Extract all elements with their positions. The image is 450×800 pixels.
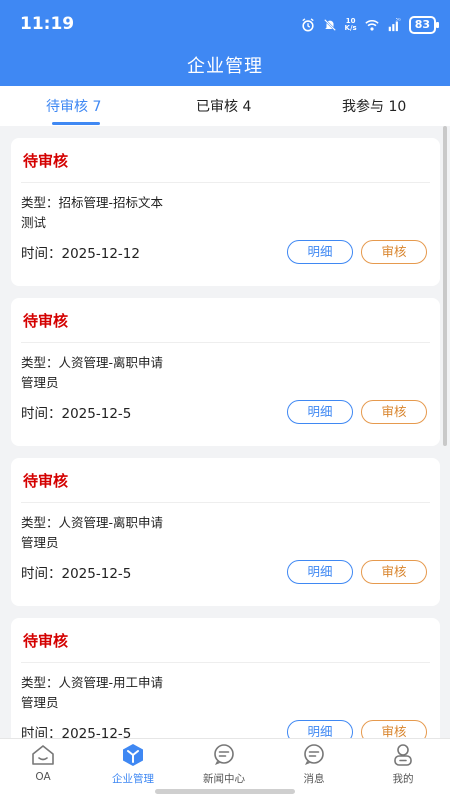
card-status: 待审核 bbox=[23, 152, 69, 170]
card-user: 管理员 bbox=[21, 695, 59, 710]
card-user: 测试 bbox=[21, 215, 47, 230]
wifi-icon bbox=[365, 19, 379, 31]
scrollbar[interactable] bbox=[443, 126, 447, 446]
status-bar: 11:19 10 K/s 5G 83 bbox=[0, 0, 450, 48]
divider bbox=[21, 662, 430, 663]
card-type: 类型：人资管理-离职申请 bbox=[21, 515, 164, 530]
divider bbox=[21, 182, 430, 183]
card-type: 类型：招标管理-招标文本 bbox=[21, 195, 164, 210]
tab-participated[interactable]: 我参与 10 bbox=[342, 96, 406, 116]
divider bbox=[21, 342, 430, 343]
nav-label: 我的 bbox=[392, 773, 414, 785]
card-time: 时间：2025-12-5 bbox=[21, 726, 132, 738]
card-time: 时间：2025-12-5 bbox=[21, 406, 132, 422]
status-time: 11:19 bbox=[20, 14, 75, 34]
profile-icon bbox=[394, 744, 412, 766]
review-button[interactable]: 审核 bbox=[361, 240, 427, 264]
enterprise-icon bbox=[123, 744, 143, 766]
nav-item-profile[interactable]: 我的 bbox=[368, 743, 438, 786]
approval-card: 待审核 类型：人资管理-用工申请 管理员 时间：2025-12-5 明细 审核 bbox=[11, 618, 440, 738]
chat-icon bbox=[214, 744, 234, 765]
card-type: 类型：人资管理-用工申请 bbox=[21, 675, 164, 690]
card-time: 时间：2025-12-5 bbox=[21, 566, 132, 582]
network-speed: 10 K/s bbox=[344, 17, 357, 32]
tab-pending[interactable]: 待审核 7 bbox=[46, 96, 101, 116]
card-user: 管理员 bbox=[21, 375, 59, 390]
nav-label: 新闻中心 bbox=[203, 773, 245, 785]
card-user: 管理员 bbox=[21, 535, 59, 550]
review-button[interactable]: 审核 bbox=[361, 400, 427, 424]
message-icon bbox=[304, 744, 324, 765]
card-status: 待审核 bbox=[23, 312, 69, 330]
alarm-icon bbox=[301, 18, 314, 32]
review-button[interactable]: 审核 bbox=[361, 560, 427, 584]
approval-list[interactable]: 待审核 类型：招标管理-招标文本 测试 时间：2025-12-12 明细 审核 … bbox=[0, 126, 450, 738]
active-tab-indicator bbox=[52, 122, 100, 125]
review-button[interactable]: 审核 bbox=[361, 720, 427, 738]
detail-button[interactable]: 明细 bbox=[287, 720, 353, 738]
card-status: 待审核 bbox=[23, 472, 69, 490]
nav-item-oa[interactable]: OA bbox=[8, 743, 78, 783]
nav-label: OA bbox=[35, 771, 51, 783]
card-type: 类型：人资管理-离职申请 bbox=[21, 355, 164, 370]
approval-card: 待审核 类型：人资管理-离职申请 管理员 时间：2025-12-5 明细 审核 bbox=[11, 298, 440, 446]
card-time: 时间：2025-12-12 bbox=[21, 246, 140, 262]
nav-item-enterprise[interactable]: 企业管理 bbox=[98, 743, 168, 786]
tab-reviewed[interactable]: 已审核 4 bbox=[196, 96, 251, 116]
nav-label: 企业管理 bbox=[112, 773, 154, 785]
signal-icon: 5G bbox=[388, 18, 401, 32]
mute-icon bbox=[323, 19, 336, 31]
svg-text:5G: 5G bbox=[395, 18, 400, 22]
app-header: 11:19 10 K/s 5G 83 企业管理 bbox=[0, 0, 450, 86]
nav-label: 消息 bbox=[303, 773, 325, 785]
card-status: 待审核 bbox=[23, 632, 69, 650]
nav-item-news[interactable]: 新闻中心 bbox=[189, 743, 259, 786]
home-icon bbox=[32, 745, 54, 765]
home-indicator[interactable] bbox=[155, 789, 295, 794]
approval-card: 待审核 类型：招标管理-招标文本 测试 时间：2025-12-12 明细 审核 bbox=[11, 138, 440, 286]
approval-card: 待审核 类型：人资管理-离职申请 管理员 时间：2025-12-5 明细 审核 bbox=[11, 458, 440, 606]
battery-indicator: 83 bbox=[408, 16, 440, 34]
page-title: 企业管理 bbox=[187, 56, 263, 77]
status-icons: 10 K/s 5G 83 bbox=[301, 16, 440, 34]
detail-button[interactable]: 明细 bbox=[287, 400, 353, 424]
detail-button[interactable]: 明细 bbox=[287, 240, 353, 264]
nav-item-messages[interactable]: 消息 bbox=[279, 743, 349, 786]
divider bbox=[21, 502, 430, 503]
detail-button[interactable]: 明细 bbox=[287, 560, 353, 584]
tab-bar: 待审核 7 已审核 4 我参与 10 bbox=[0, 86, 450, 126]
